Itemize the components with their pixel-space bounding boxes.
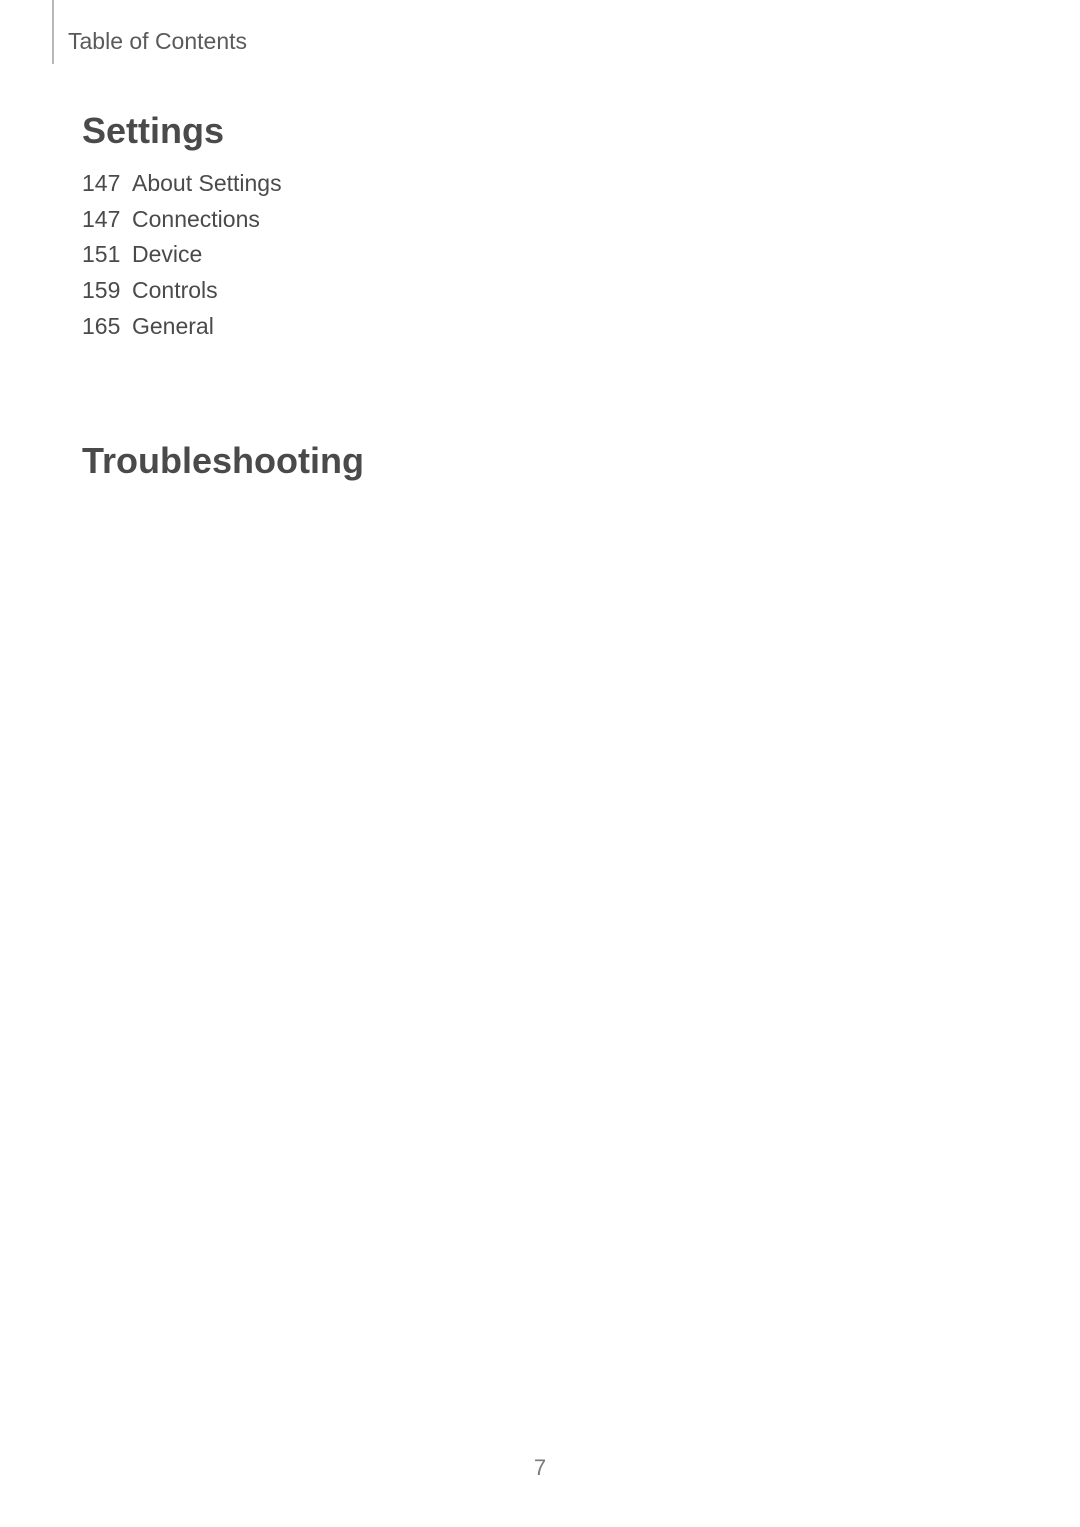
toc-page-number: 159 <box>82 273 126 309</box>
toc-section-settings: Settings 147About Settings 147Connection… <box>82 110 364 344</box>
toc-list-settings: 147About Settings 147Connections 151Devi… <box>82 166 364 344</box>
toc-entry-title: General <box>132 309 214 345</box>
page-number: 7 <box>0 1455 1080 1481</box>
header-label: Table of Contents <box>68 28 247 55</box>
toc-entry[interactable]: 151Device <box>82 237 364 273</box>
toc-page-number: 151 <box>82 237 126 273</box>
toc-entry[interactable]: 159Controls <box>82 273 364 309</box>
toc-page-number: 165 <box>82 309 126 345</box>
toc-page-number: 147 <box>82 202 126 238</box>
section-heading-settings: Settings <box>82 110 364 152</box>
section-gap <box>82 344 364 440</box>
toc-entry-title: About Settings <box>132 166 282 202</box>
toc-entry[interactable]: 147Connections <box>82 202 364 238</box>
toc-entry[interactable]: 165General <box>82 309 364 345</box>
toc-entry[interactable]: 147About Settings <box>82 166 364 202</box>
header-rule <box>52 0 54 64</box>
toc-entry-title: Controls <box>132 273 218 309</box>
toc-page-number: 147 <box>82 166 126 202</box>
toc-entry-title: Device <box>132 237 202 273</box>
section-heading-troubleshooting: Troubleshooting <box>82 440 364 482</box>
toc-content: Settings 147About Settings 147Connection… <box>82 110 364 496</box>
toc-section-troubleshooting: Troubleshooting <box>82 440 364 482</box>
toc-entry-title: Connections <box>132 202 260 238</box>
